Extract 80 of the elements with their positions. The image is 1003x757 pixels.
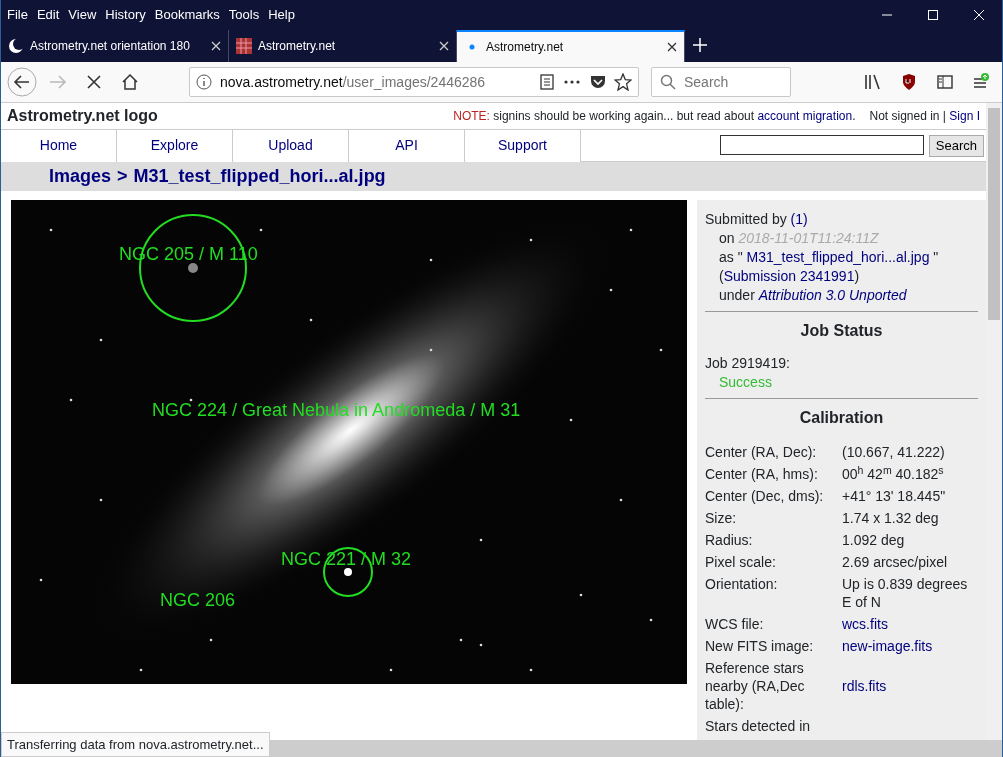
field-value: 1.74 x 1.32 deg bbox=[842, 509, 939, 527]
menu-item[interactable]: Bookmarks bbox=[154, 5, 220, 25]
breadcrumb-link[interactable]: Images bbox=[49, 163, 112, 191]
field-label: Stars detected in bbox=[705, 717, 812, 736]
field-label: New FITS image: bbox=[705, 637, 815, 656]
paren-text: ) bbox=[854, 268, 860, 284]
home-icon[interactable] bbox=[122, 74, 138, 90]
menu-item[interactable]: History bbox=[105, 5, 146, 25]
signin-status: Not signed in | Sign I bbox=[869, 108, 980, 126]
field-label: Reference stars nearby (RA,Dec table): bbox=[705, 659, 806, 714]
file-link[interactable]: wcs.fits bbox=[842, 615, 888, 633]
paren-text: ( bbox=[719, 268, 724, 284]
nav-link[interactable]: Explore bbox=[117, 129, 233, 162]
site-logo-text[interactable]: Astrometry.net logo bbox=[7, 104, 158, 129]
info-icon[interactable] bbox=[196, 74, 212, 90]
menu-item[interactable]: Edit bbox=[36, 5, 60, 25]
filename-link[interactable]: M31_test_flipped_hori...al.jpg bbox=[746, 249, 930, 265]
address-bar[interactable]: nova.astrometry.net/user_images/2446286 bbox=[189, 67, 639, 97]
annotation-label: NGC 206 bbox=[160, 590, 236, 610]
field-value: 00$^{h}$ 42$^{m}$ 40.182$^{s}$ bbox=[842, 465, 944, 483]
field-label: Orientation: bbox=[705, 575, 779, 594]
menu-item[interactable]: File bbox=[7, 5, 28, 25]
field-label: on bbox=[719, 230, 736, 246]
sidebar-icon[interactable] bbox=[937, 74, 953, 90]
grid-icon bbox=[236, 38, 252, 54]
menu-item[interactable]: Tools bbox=[228, 5, 260, 25]
nav-link[interactable]: Upload bbox=[233, 129, 349, 162]
field-label: Size: bbox=[705, 509, 738, 528]
menu-item[interactable]: View bbox=[68, 5, 97, 25]
section-heading: Job Status bbox=[705, 311, 978, 354]
field-label: as " bbox=[719, 249, 744, 265]
field-label: Submitted by bbox=[705, 211, 788, 227]
scrollbar-thumb[interactable] bbox=[988, 108, 1000, 320]
field-value: +41° 13' 18.445" bbox=[842, 487, 946, 505]
star-icon[interactable] bbox=[614, 73, 632, 91]
field-value: Up is 0.839 degrees E of N bbox=[842, 575, 969, 611]
field-label: under bbox=[719, 287, 756, 303]
search-icon bbox=[660, 74, 676, 90]
menu-icon[interactable] bbox=[972, 73, 990, 91]
job-label: Job 2919419: bbox=[705, 354, 791, 373]
pocket-icon[interactable] bbox=[590, 74, 606, 90]
file-link[interactable]: new-image.fits bbox=[842, 637, 933, 655]
status-tooltip: Transferring data from nova.astrometry.net... bbox=[1, 731, 270, 757]
field-value: 1.092 deg bbox=[842, 531, 905, 549]
menu-item[interactable]: Help bbox=[268, 5, 295, 25]
nav-link[interactable]: Home bbox=[1, 129, 117, 162]
license-link[interactable]: Attribution 3.0 Unported bbox=[758, 287, 907, 303]
stop-icon[interactable] bbox=[87, 75, 101, 89]
vertical-scrollbar[interactable] bbox=[986, 103, 1002, 740]
reader-icon[interactable] bbox=[540, 74, 554, 90]
sign-in-link[interactable]: Sign I bbox=[949, 109, 980, 124]
field-label: Pixel scale: bbox=[705, 553, 777, 572]
notice-text: NOTE: signins should be working again... but read about account migration. bbox=[453, 108, 856, 126]
search-field[interactable] bbox=[719, 134, 924, 155]
section-heading: Calibration bbox=[705, 398, 978, 441]
moon-icon bbox=[8, 38, 24, 54]
new-tab-icon[interactable] bbox=[693, 38, 707, 52]
file-link[interactable]: rdls.fits bbox=[842, 677, 887, 695]
close-icon[interactable] bbox=[667, 42, 677, 52]
date-text: 2018-11-01T11:24:11Z bbox=[738, 230, 879, 246]
job-status: Success bbox=[718, 373, 773, 392]
field-label: Radius: bbox=[705, 531, 754, 550]
field-label: WCS file: bbox=[705, 615, 765, 634]
field-value: 2.69 arcsec/pixel bbox=[842, 553, 948, 571]
nav-link[interactable]: Support bbox=[465, 129, 581, 162]
browser-tab[interactable]: Astrometry.net bbox=[457, 30, 685, 62]
back-icon[interactable] bbox=[7, 67, 37, 97]
field-label: Center (Dec, dms): bbox=[705, 487, 825, 506]
breadcrumb-link[interactable]: M31_test_flipped_hori...al.jpg bbox=[133, 163, 386, 191]
quote-text: " bbox=[932, 249, 939, 265]
submission-link[interactable]: Submission 2341991 bbox=[723, 268, 855, 284]
field-label: Center (RA, hms): bbox=[705, 465, 819, 484]
shield-icon[interactable] bbox=[901, 74, 917, 90]
submitter-value: (1) bbox=[790, 211, 808, 227]
search-button[interactable]: Search bbox=[928, 134, 984, 157]
nav-link[interactable]: API bbox=[349, 129, 465, 162]
library-icon[interactable] bbox=[864, 74, 882, 90]
field-value: (10.667, 41.222) bbox=[842, 443, 945, 461]
breadcrumb-separator: > bbox=[117, 165, 128, 189]
field-label: Center (RA, Dec): bbox=[705, 443, 818, 462]
